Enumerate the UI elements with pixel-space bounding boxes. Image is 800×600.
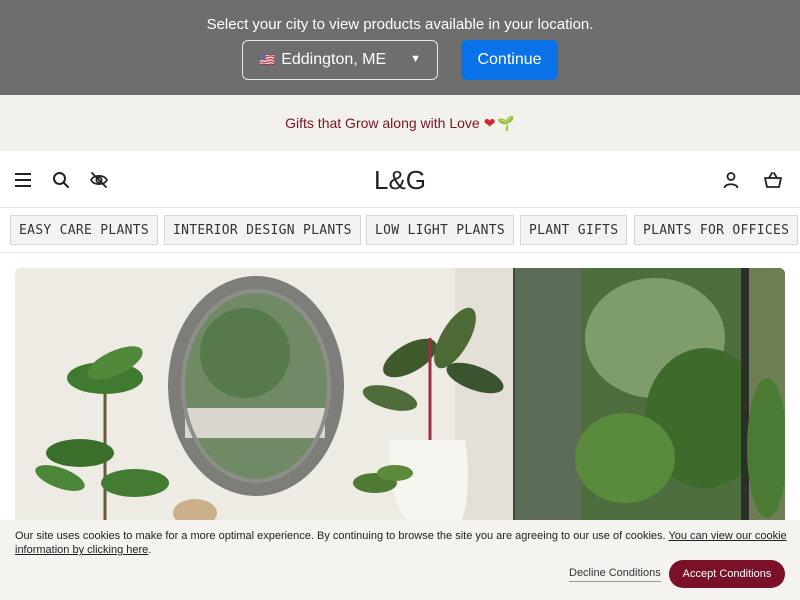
city-select[interactable]: 🇺🇸 Eddington, ME ▼ bbox=[242, 40, 438, 80]
decline-conditions-button[interactable]: Decline Conditions bbox=[569, 567, 661, 582]
category-plants-for-offices[interactable]: PLANTS FOR OFFICES bbox=[634, 215, 799, 245]
account-icon[interactable] bbox=[720, 169, 742, 191]
category-plant-gifts[interactable]: PLANT GIFTS bbox=[520, 215, 628, 245]
caret-down-icon: ▼ bbox=[410, 53, 421, 65]
search-icon[interactable] bbox=[50, 169, 72, 191]
cookie-message: Our site uses cookies to make for a more… bbox=[15, 529, 790, 557]
hero-illustration bbox=[15, 268, 785, 528]
city-value: Eddington, ME bbox=[281, 51, 387, 68]
menu-icon[interactable] bbox=[12, 169, 34, 191]
cookie-text: Our site uses cookies to make for a more… bbox=[15, 530, 666, 542]
basket-icon[interactable] bbox=[762, 169, 784, 191]
category-easy-care-plants[interactable]: EASY CARE PLANTS bbox=[10, 215, 159, 245]
us-flag-icon: 🇺🇸 bbox=[259, 52, 276, 67]
heart-icon: ❤ bbox=[483, 114, 496, 131]
site-logo: L&G bbox=[373, 165, 427, 195]
category-nav: EASY CARE PLANTS INTERIOR DESIGN PLANTS … bbox=[0, 208, 800, 253]
cookie-banner: Our site uses cookies to make for a more… bbox=[0, 520, 800, 600]
cookie-link-suffix: . bbox=[148, 544, 152, 556]
category-interior-design-plants[interactable]: INTERIOR DESIGN PLANTS bbox=[164, 215, 361, 245]
site-header: L&G bbox=[0, 151, 800, 208]
location-bar: Select your city to view products availa… bbox=[0, 0, 800, 95]
sprout-icon: 🌱 bbox=[497, 114, 515, 131]
location-message: Select your city to view products availa… bbox=[206, 16, 594, 33]
continue-button[interactable]: Continue bbox=[461, 40, 558, 80]
category-low-light-plants[interactable]: LOW LIGHT PLANTS bbox=[366, 215, 515, 245]
promo-text: Gifts that Grow along with Love bbox=[285, 115, 480, 131]
promo-banner: Gifts that Grow along with Love ❤ 🌱 bbox=[0, 95, 800, 151]
hero-image bbox=[15, 268, 785, 528]
accept-conditions-button[interactable]: Accept Conditions bbox=[669, 560, 785, 588]
eye-off-icon[interactable] bbox=[88, 169, 110, 191]
